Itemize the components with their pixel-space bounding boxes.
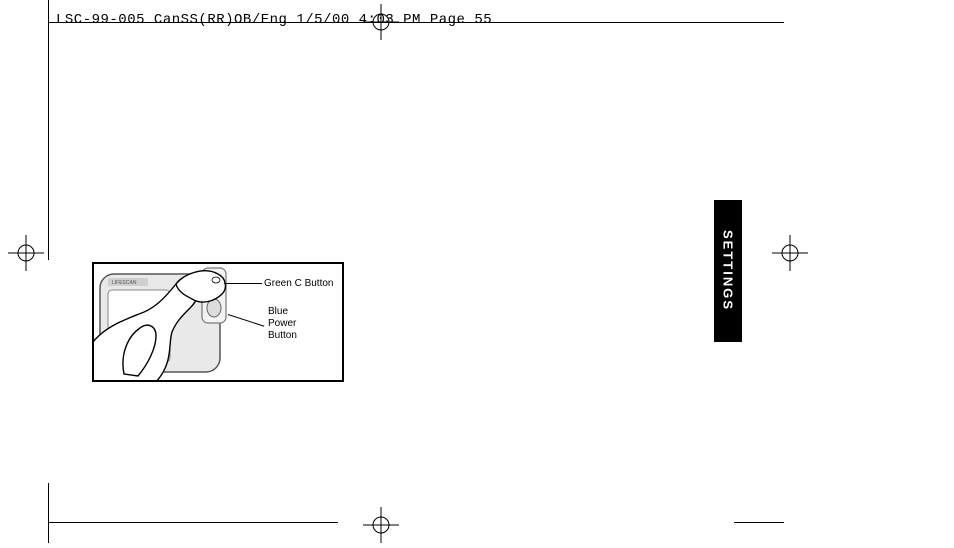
- section-tab-label: SETTINGS: [721, 230, 736, 311]
- page-header-slug: LSC-99-005 CanSS(RR)OB/Eng 1/5/00 4:03 P…: [56, 12, 492, 28]
- registration-mark-icon: [8, 235, 44, 271]
- crop-mark: [48, 483, 49, 543]
- crop-mark: [48, 522, 338, 523]
- crop-mark: [734, 22, 784, 23]
- leader-line: [224, 283, 262, 284]
- hand-device-icon: LIFESCAN: [94, 264, 252, 382]
- callout-label-green-c: Green C Button: [264, 278, 333, 289]
- registration-mark-icon: [772, 235, 808, 271]
- crop-mark: [734, 522, 784, 523]
- registration-mark-icon: [363, 4, 399, 40]
- registration-mark-icon: [363, 507, 399, 543]
- crop-mark: [48, 0, 49, 260]
- device-brand-text: LIFESCAN: [112, 280, 137, 286]
- section-tab-settings: SETTINGS: [714, 200, 742, 342]
- device-illustration: LIFESCAN Green C Button Blue Power Butto…: [92, 262, 344, 382]
- callout-label-blue-power: Blue Power Button: [268, 306, 297, 342]
